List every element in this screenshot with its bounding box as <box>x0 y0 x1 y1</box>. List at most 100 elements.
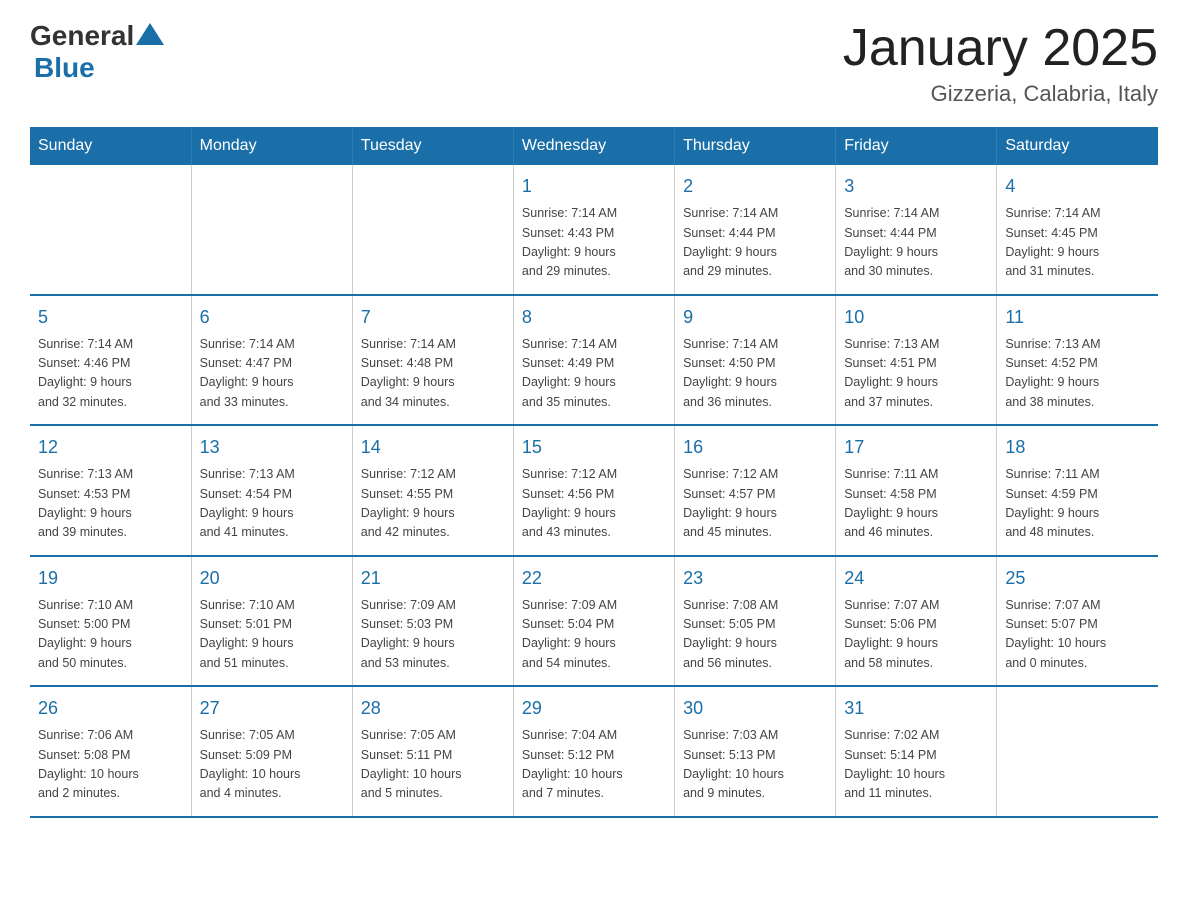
calendar-cell: 25Sunrise: 7:07 AM Sunset: 5:07 PM Dayli… <box>997 556 1158 687</box>
day-number: 10 <box>844 304 988 331</box>
calendar-cell: 3Sunrise: 7:14 AM Sunset: 4:44 PM Daylig… <box>836 165 997 295</box>
calendar-cell: 18 Sunrise: 7:11 AM Sunset: 4:59 PM Dayli… <box>997 425 1158 556</box>
weekday-header-sunday: Sunday <box>30 127 191 165</box>
day-info: Sunrise: 7:12 AM Sunset: 4:57 PM Dayligh… <box>683 465 827 543</box>
day-number: 13 <box>200 434 344 461</box>
day-number: 18 <box>1005 434 1150 461</box>
day-number: 28 <box>361 695 505 722</box>
calendar-cell: 29Sunrise: 7:04 AM Sunset: 5:12 PM Dayli… <box>513 686 674 817</box>
calendar-cell: 2Sunrise: 7:14 AM Sunset: 4:44 PM Daylig… <box>675 165 836 295</box>
calendar-cell: 14 Sunrise: 7:12 AM Sunset: 4:55 PM Dayli… <box>352 425 513 556</box>
month-title: January 2025 <box>843 20 1158 77</box>
day-number: 4 <box>1005 173 1150 200</box>
day-info: Sunrise: 7:10 AM Sunset: 5:00 PM Dayligh… <box>38 596 183 674</box>
day-number: 8 <box>522 304 666 331</box>
day-info: Sunrise: 7:09 AM Sunset: 5:03 PM Dayligh… <box>361 596 505 674</box>
calendar-cell: 13 Sunrise: 7:13 AM Sunset: 4:54 PM Dayli… <box>191 425 352 556</box>
day-number: 14 <box>361 434 505 461</box>
day-number: 12 <box>38 434 183 461</box>
calendar-cell: 1 Sunrise: 7:14 AM Sunset: 4:43 PM Daylig… <box>513 165 674 295</box>
calendar-cell: 23 Sunrise: 7:08 AM Sunset: 5:05 PM Dayli… <box>675 556 836 687</box>
calendar-cell: 5 Sunrise: 7:14 AM Sunset: 4:46 PM Daylig… <box>30 295 191 426</box>
day-info: Sunrise: 7:10 AM Sunset: 5:01 PM Dayligh… <box>200 596 344 674</box>
calendar-cell: 30 Sunrise: 7:03 AM Sunset: 5:13 PM Dayli… <box>675 686 836 817</box>
day-info: Sunrise: 7:12 AM Sunset: 4:55 PM Dayligh… <box>361 465 505 543</box>
calendar-cell: 19Sunrise: 7:10 AM Sunset: 5:00 PM Dayli… <box>30 556 191 687</box>
day-info: Sunrise: 7:13 AM Sunset: 4:52 PM Dayligh… <box>1005 335 1150 413</box>
day-info: Sunrise: 7:07 AM Sunset: 5:07 PM Dayligh… <box>1005 596 1150 674</box>
day-info: Sunrise: 7:13 AM Sunset: 4:51 PM Dayligh… <box>844 335 988 413</box>
day-number: 21 <box>361 565 505 592</box>
day-info: Sunrise: 7:14 AM Sunset: 4:44 PM Dayligh… <box>844 204 988 282</box>
day-info: Sunrise: 7:14 AM Sunset: 4:45 PM Dayligh… <box>1005 204 1150 282</box>
weekday-header-monday: Monday <box>191 127 352 165</box>
calendar-cell: 21 Sunrise: 7:09 AM Sunset: 5:03 PM Dayli… <box>352 556 513 687</box>
day-info: Sunrise: 7:02 AM Sunset: 5:14 PM Dayligh… <box>844 726 988 804</box>
day-info: Sunrise: 7:06 AM Sunset: 5:08 PM Dayligh… <box>38 726 183 804</box>
day-info: Sunrise: 7:14 AM Sunset: 4:46 PM Dayligh… <box>38 335 183 413</box>
day-number: 16 <box>683 434 827 461</box>
day-number: 29 <box>522 695 666 722</box>
day-info: Sunrise: 7:13 AM Sunset: 4:53 PM Dayligh… <box>38 465 183 543</box>
day-info: Sunrise: 7:09 AM Sunset: 5:04 PM Dayligh… <box>522 596 666 674</box>
calendar-cell <box>997 686 1158 817</box>
day-number: 15 <box>522 434 666 461</box>
weekday-header-friday: Friday <box>836 127 997 165</box>
calendar-cell <box>30 165 191 295</box>
location-text: Gizzeria, Calabria, Italy <box>843 81 1158 107</box>
calendar-cell: 26Sunrise: 7:06 AM Sunset: 5:08 PM Dayli… <box>30 686 191 817</box>
page-header: General Blue January 2025 Gizzeria, Cala… <box>30 20 1158 107</box>
calendar-body: 1 Sunrise: 7:14 AM Sunset: 4:43 PM Daylig… <box>30 165 1158 817</box>
calendar-week-row: 12 Sunrise: 7:13 AM Sunset: 4:53 PM Dayli… <box>30 425 1158 556</box>
weekday-header-saturday: Saturday <box>997 127 1158 165</box>
day-number: 23 <box>683 565 827 592</box>
calendar-cell: 31 Sunrise: 7:02 AM Sunset: 5:14 PM Dayli… <box>836 686 997 817</box>
day-number: 11 <box>1005 304 1150 331</box>
calendar-cell: 15 Sunrise: 7:12 AM Sunset: 4:56 PM Dayli… <box>513 425 674 556</box>
calendar-cell: 9Sunrise: 7:14 AM Sunset: 4:50 PM Daylig… <box>675 295 836 426</box>
calendar-cell: 6 Sunrise: 7:14 AM Sunset: 4:47 PM Daylig… <box>191 295 352 426</box>
calendar-cell: 22Sunrise: 7:09 AM Sunset: 5:04 PM Dayli… <box>513 556 674 687</box>
calendar-cell <box>191 165 352 295</box>
calendar-cell: 20Sunrise: 7:10 AM Sunset: 5:01 PM Dayli… <box>191 556 352 687</box>
day-info: Sunrise: 7:14 AM Sunset: 4:50 PM Dayligh… <box>683 335 827 413</box>
day-number: 31 <box>844 695 988 722</box>
day-info: Sunrise: 7:11 AM Sunset: 4:59 PM Dayligh… <box>1005 465 1150 543</box>
day-info: Sunrise: 7:14 AM Sunset: 4:49 PM Dayligh… <box>522 335 666 413</box>
day-info: Sunrise: 7:05 AM Sunset: 5:11 PM Dayligh… <box>361 726 505 804</box>
day-number: 17 <box>844 434 988 461</box>
day-info: Sunrise: 7:14 AM Sunset: 4:48 PM Dayligh… <box>361 335 505 413</box>
day-info: Sunrise: 7:11 AM Sunset: 4:58 PM Dayligh… <box>844 465 988 543</box>
calendar-header: SundayMondayTuesdayWednesdayThursdayFrid… <box>30 127 1158 165</box>
day-info: Sunrise: 7:14 AM Sunset: 4:47 PM Dayligh… <box>200 335 344 413</box>
calendar-cell: 8 Sunrise: 7:14 AM Sunset: 4:49 PM Daylig… <box>513 295 674 426</box>
calendar-table: SundayMondayTuesdayWednesdayThursdayFrid… <box>30 127 1158 818</box>
calendar-cell: 16 Sunrise: 7:12 AM Sunset: 4:57 PM Dayli… <box>675 425 836 556</box>
calendar-week-row: 19Sunrise: 7:10 AM Sunset: 5:00 PM Dayli… <box>30 556 1158 687</box>
calendar-week-row: 5 Sunrise: 7:14 AM Sunset: 4:46 PM Daylig… <box>30 295 1158 426</box>
day-info: Sunrise: 7:08 AM Sunset: 5:05 PM Dayligh… <box>683 596 827 674</box>
calendar-cell: 12 Sunrise: 7:13 AM Sunset: 4:53 PM Dayli… <box>30 425 191 556</box>
calendar-cell: 7Sunrise: 7:14 AM Sunset: 4:48 PM Daylig… <box>352 295 513 426</box>
day-info: Sunrise: 7:03 AM Sunset: 5:13 PM Dayligh… <box>683 726 827 804</box>
day-info: Sunrise: 7:14 AM Sunset: 4:43 PM Dayligh… <box>522 204 666 282</box>
day-info: Sunrise: 7:12 AM Sunset: 4:56 PM Dayligh… <box>522 465 666 543</box>
calendar-cell: 27 Sunrise: 7:05 AM Sunset: 5:09 PM Dayli… <box>191 686 352 817</box>
calendar-cell: 4 Sunrise: 7:14 AM Sunset: 4:45 PM Daylig… <box>997 165 1158 295</box>
calendar-cell: 24Sunrise: 7:07 AM Sunset: 5:06 PM Dayli… <box>836 556 997 687</box>
logo: General Blue <box>30 20 164 84</box>
day-info: Sunrise: 7:13 AM Sunset: 4:54 PM Dayligh… <box>200 465 344 543</box>
day-info: Sunrise: 7:05 AM Sunset: 5:09 PM Dayligh… <box>200 726 344 804</box>
day-info: Sunrise: 7:07 AM Sunset: 5:06 PM Dayligh… <box>844 596 988 674</box>
logo-triangle-icon <box>136 23 164 45</box>
day-number: 30 <box>683 695 827 722</box>
calendar-week-row: 1 Sunrise: 7:14 AM Sunset: 4:43 PM Daylig… <box>30 165 1158 295</box>
day-info: Sunrise: 7:14 AM Sunset: 4:44 PM Dayligh… <box>683 204 827 282</box>
day-number: 6 <box>200 304 344 331</box>
day-number: 1 <box>522 173 666 200</box>
calendar-week-row: 26Sunrise: 7:06 AM Sunset: 5:08 PM Dayli… <box>30 686 1158 817</box>
day-number: 27 <box>200 695 344 722</box>
weekday-header-thursday: Thursday <box>675 127 836 165</box>
calendar-cell <box>352 165 513 295</box>
day-number: 5 <box>38 304 183 331</box>
